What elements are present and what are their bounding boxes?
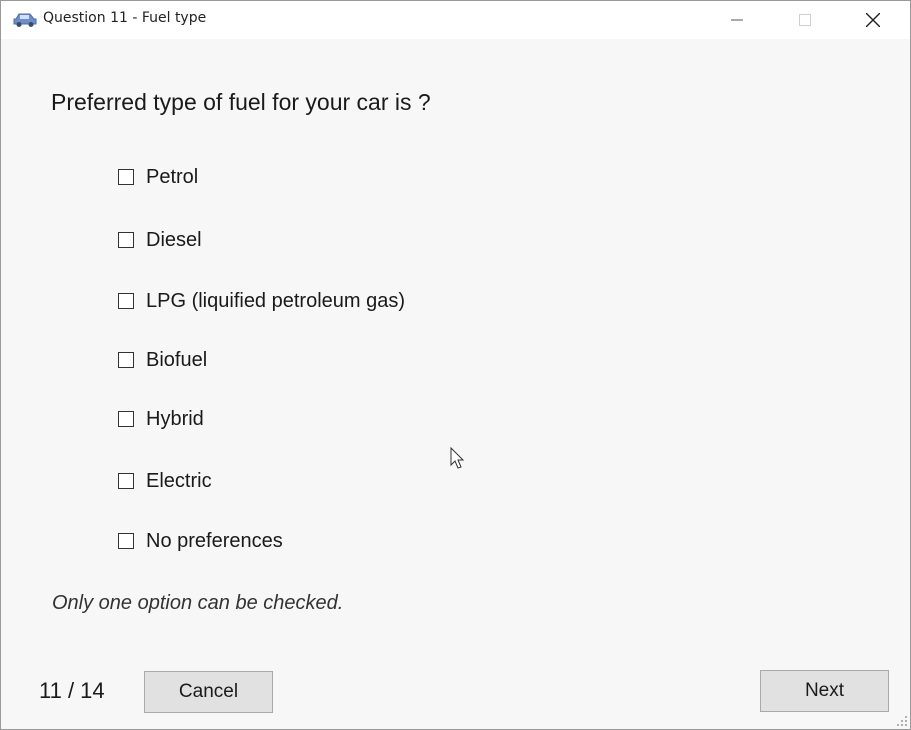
next-button[interactable]: Next — [760, 670, 889, 712]
option-label[interactable]: Petrol — [146, 166, 198, 189]
checkbox[interactable] — [118, 232, 134, 248]
option-no-preferences[interactable]: No preferences — [118, 528, 283, 554]
maximize-button[interactable] — [782, 1, 828, 39]
option-diesel[interactable]: Diesel — [118, 227, 202, 253]
option-electric[interactable]: Electric — [118, 468, 212, 494]
question-counter: 11 / 14 — [39, 678, 105, 703]
option-label[interactable]: Electric — [146, 470, 212, 493]
resize-grip-icon[interactable] — [896, 715, 908, 727]
option-label[interactable]: Biofuel — [146, 349, 207, 372]
checkbox[interactable] — [118, 473, 134, 489]
close-button[interactable] — [850, 1, 896, 39]
cancel-button[interactable]: Cancel — [144, 671, 273, 713]
window-title: Question 11 - Fuel type — [43, 10, 207, 26]
checkbox[interactable] — [118, 411, 134, 427]
close-icon — [866, 13, 880, 27]
maximize-icon — [799, 14, 811, 26]
option-lpg[interactable]: LPG (liquified petroleum gas) — [118, 288, 405, 314]
option-label[interactable]: Diesel — [146, 229, 202, 252]
checkbox[interactable] — [118, 169, 134, 185]
option-petrol[interactable]: Petrol — [118, 164, 198, 190]
checkbox[interactable] — [118, 533, 134, 549]
mouse-cursor-icon — [450, 447, 465, 469]
question-dialog: Question 11 - Fuel type Preferred type o… — [0, 0, 911, 730]
option-label[interactable]: LPG (liquified petroleum gas) — [146, 290, 405, 313]
minimize-button[interactable] — [714, 1, 760, 39]
hint-text: Only one option can be checked. — [52, 592, 344, 614]
title-bar[interactable]: Question 11 - Fuel type — [1, 1, 910, 39]
minimize-icon — [731, 19, 743, 21]
option-label[interactable]: Hybrid — [146, 408, 204, 431]
option-hybrid[interactable]: Hybrid — [118, 406, 204, 432]
option-label[interactable]: No preferences — [146, 530, 283, 553]
checkbox[interactable] — [118, 352, 134, 368]
checkbox[interactable] — [118, 293, 134, 309]
option-biofuel[interactable]: Biofuel — [118, 347, 207, 373]
question-text: Preferred type of fuel for your car is ? — [51, 89, 431, 115]
car-icon — [13, 13, 37, 27]
